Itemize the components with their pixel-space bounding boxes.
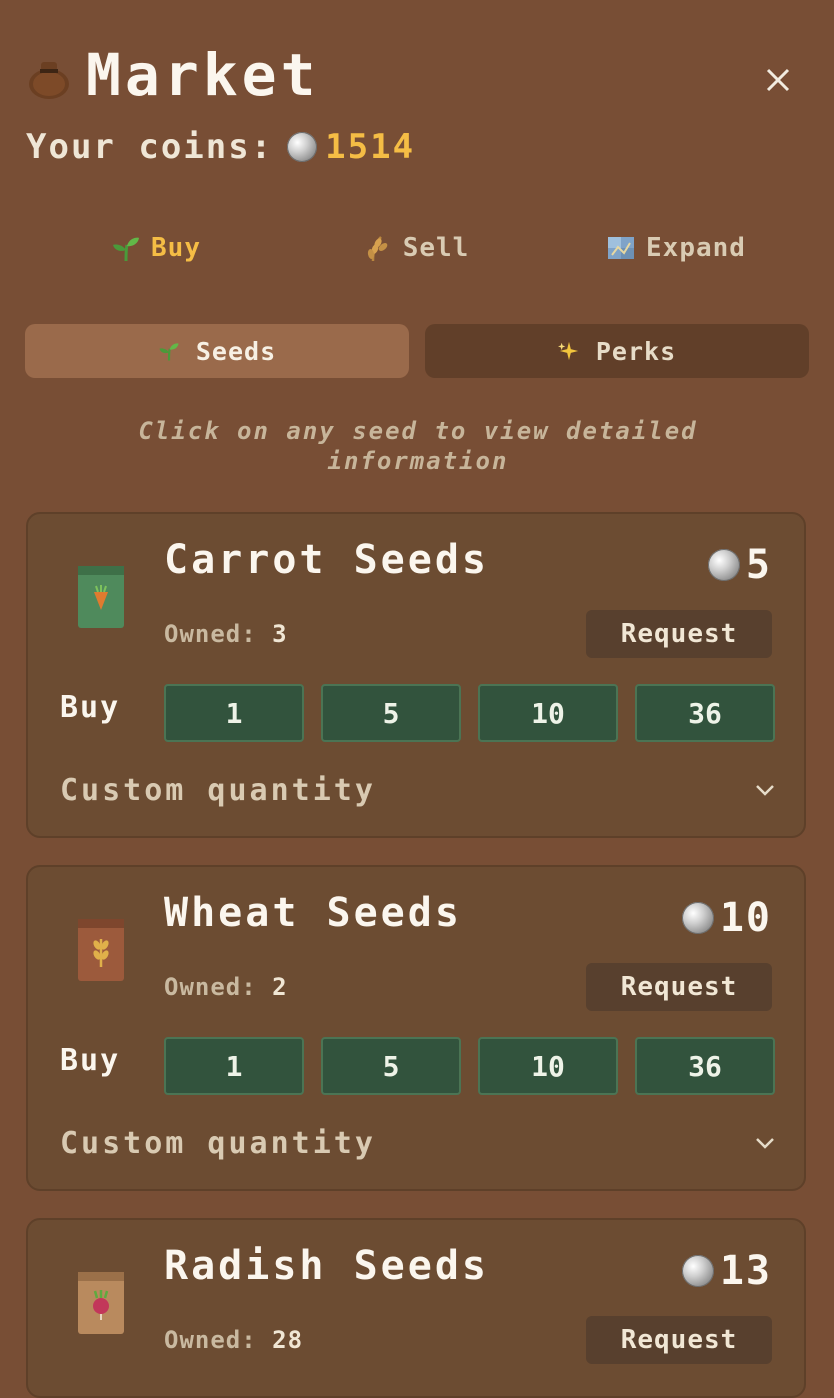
request-button[interactable]: Request: [586, 610, 772, 658]
seed-name: Carrot Seeds: [164, 537, 489, 583]
coins-label: Your coins:: [26, 127, 274, 167]
tab-label: Expand: [646, 233, 746, 263]
carrot-seed-packet-icon: [78, 566, 124, 628]
price-value: 13: [719, 1248, 772, 1294]
tab-expand[interactable]: Expand: [546, 222, 806, 274]
buy-qty-button[interactable]: 36: [635, 1037, 775, 1095]
seed-name: Radish Seeds: [164, 1243, 489, 1289]
coin-icon: [681, 1255, 714, 1287]
buy-label: Buy: [60, 690, 121, 725]
buy-qty-button[interactable]: 5: [321, 684, 461, 742]
coins-value: 1514: [325, 127, 416, 167]
request-button[interactable]: Request: [586, 963, 772, 1011]
coin-icon: [287, 132, 318, 162]
request-button[interactable]: Request: [586, 1316, 772, 1364]
buy-qty-button[interactable]: 5: [321, 1037, 461, 1095]
page-title: Market: [86, 41, 320, 109]
price-value: 5: [745, 542, 772, 588]
price-value: 10: [719, 895, 772, 941]
custom-quantity-label: Custom quantity: [60, 1125, 376, 1161]
chevron-down-icon: [756, 785, 774, 796]
seed-price: 10: [681, 895, 772, 941]
tab-label: Sell: [402, 233, 470, 263]
owned-value: 2: [272, 973, 288, 1001]
market-header: Market: [26, 40, 806, 110]
tab-label: Seeds: [195, 336, 277, 366]
owned-count: Owned: 3: [164, 620, 288, 648]
seedling-icon: [113, 237, 140, 262]
market-tabs: Buy Sell Expand: [26, 222, 806, 274]
coin-icon: [707, 549, 740, 581]
seed-card-wheat[interactable]: Wheat Seeds 10 Owned: 2 Request Buy 1 5 …: [26, 865, 806, 1191]
wheat-seed-packet-icon: [78, 919, 124, 981]
map-icon: [608, 237, 635, 259]
radish-seed-packet-icon: [78, 1272, 124, 1334]
seed-card-carrot[interactable]: Carrot Seeds 5 Owned: 3 Request Buy 1 5 …: [26, 512, 806, 838]
owned-value: 3: [272, 620, 288, 648]
buy-qty-button[interactable]: 1: [164, 1037, 304, 1095]
tab-perks[interactable]: Perks: [425, 324, 809, 378]
seedling-icon: [159, 343, 179, 361]
owned-label: Owned:: [164, 973, 257, 1001]
buy-label: Buy: [60, 1043, 121, 1078]
money-bag-icon: [29, 62, 69, 99]
seed-price: 5: [707, 542, 772, 588]
sparkles-icon: [557, 341, 579, 361]
buy-qty-button[interactable]: 36: [635, 684, 775, 742]
owned-label: Owned:: [164, 1326, 257, 1354]
seed-price: 13: [681, 1248, 772, 1294]
owned-count: Owned: 28: [164, 1326, 303, 1354]
close-icon[interactable]: [760, 62, 796, 98]
tab-seeds[interactable]: Seeds: [25, 324, 409, 378]
wheat-icon: [367, 236, 387, 262]
hint-text: Click on any seed to view detailed infor…: [138, 417, 698, 475]
owned-label: Owned:: [164, 620, 257, 648]
tab-label: Buy: [151, 233, 201, 263]
owned-count: Owned: 2: [164, 973, 288, 1001]
seed-card-radish[interactable]: Radish Seeds 13 Owned: 28 Request: [26, 1218, 806, 1398]
category-tabs: Seeds Perks: [25, 324, 809, 378]
coins-display: Your coins: 1514: [26, 124, 415, 170]
buy-qty-button[interactable]: 10: [478, 1037, 618, 1095]
buy-qty-button[interactable]: 1: [164, 684, 304, 742]
tab-buy[interactable]: Buy: [26, 222, 286, 274]
tab-sell[interactable]: Sell: [286, 222, 546, 274]
chevron-down-icon: [756, 1138, 774, 1149]
seed-name: Wheat Seeds: [164, 890, 462, 936]
buy-qty-button[interactable]: 10: [478, 684, 618, 742]
coin-icon: [681, 902, 714, 934]
custom-quantity-toggle[interactable]: Custom quantity: [60, 768, 776, 812]
tab-label: Perks: [595, 336, 677, 366]
custom-quantity-toggle[interactable]: Custom quantity: [60, 1121, 776, 1165]
custom-quantity-label: Custom quantity: [60, 772, 376, 808]
owned-value: 28: [272, 1326, 304, 1354]
